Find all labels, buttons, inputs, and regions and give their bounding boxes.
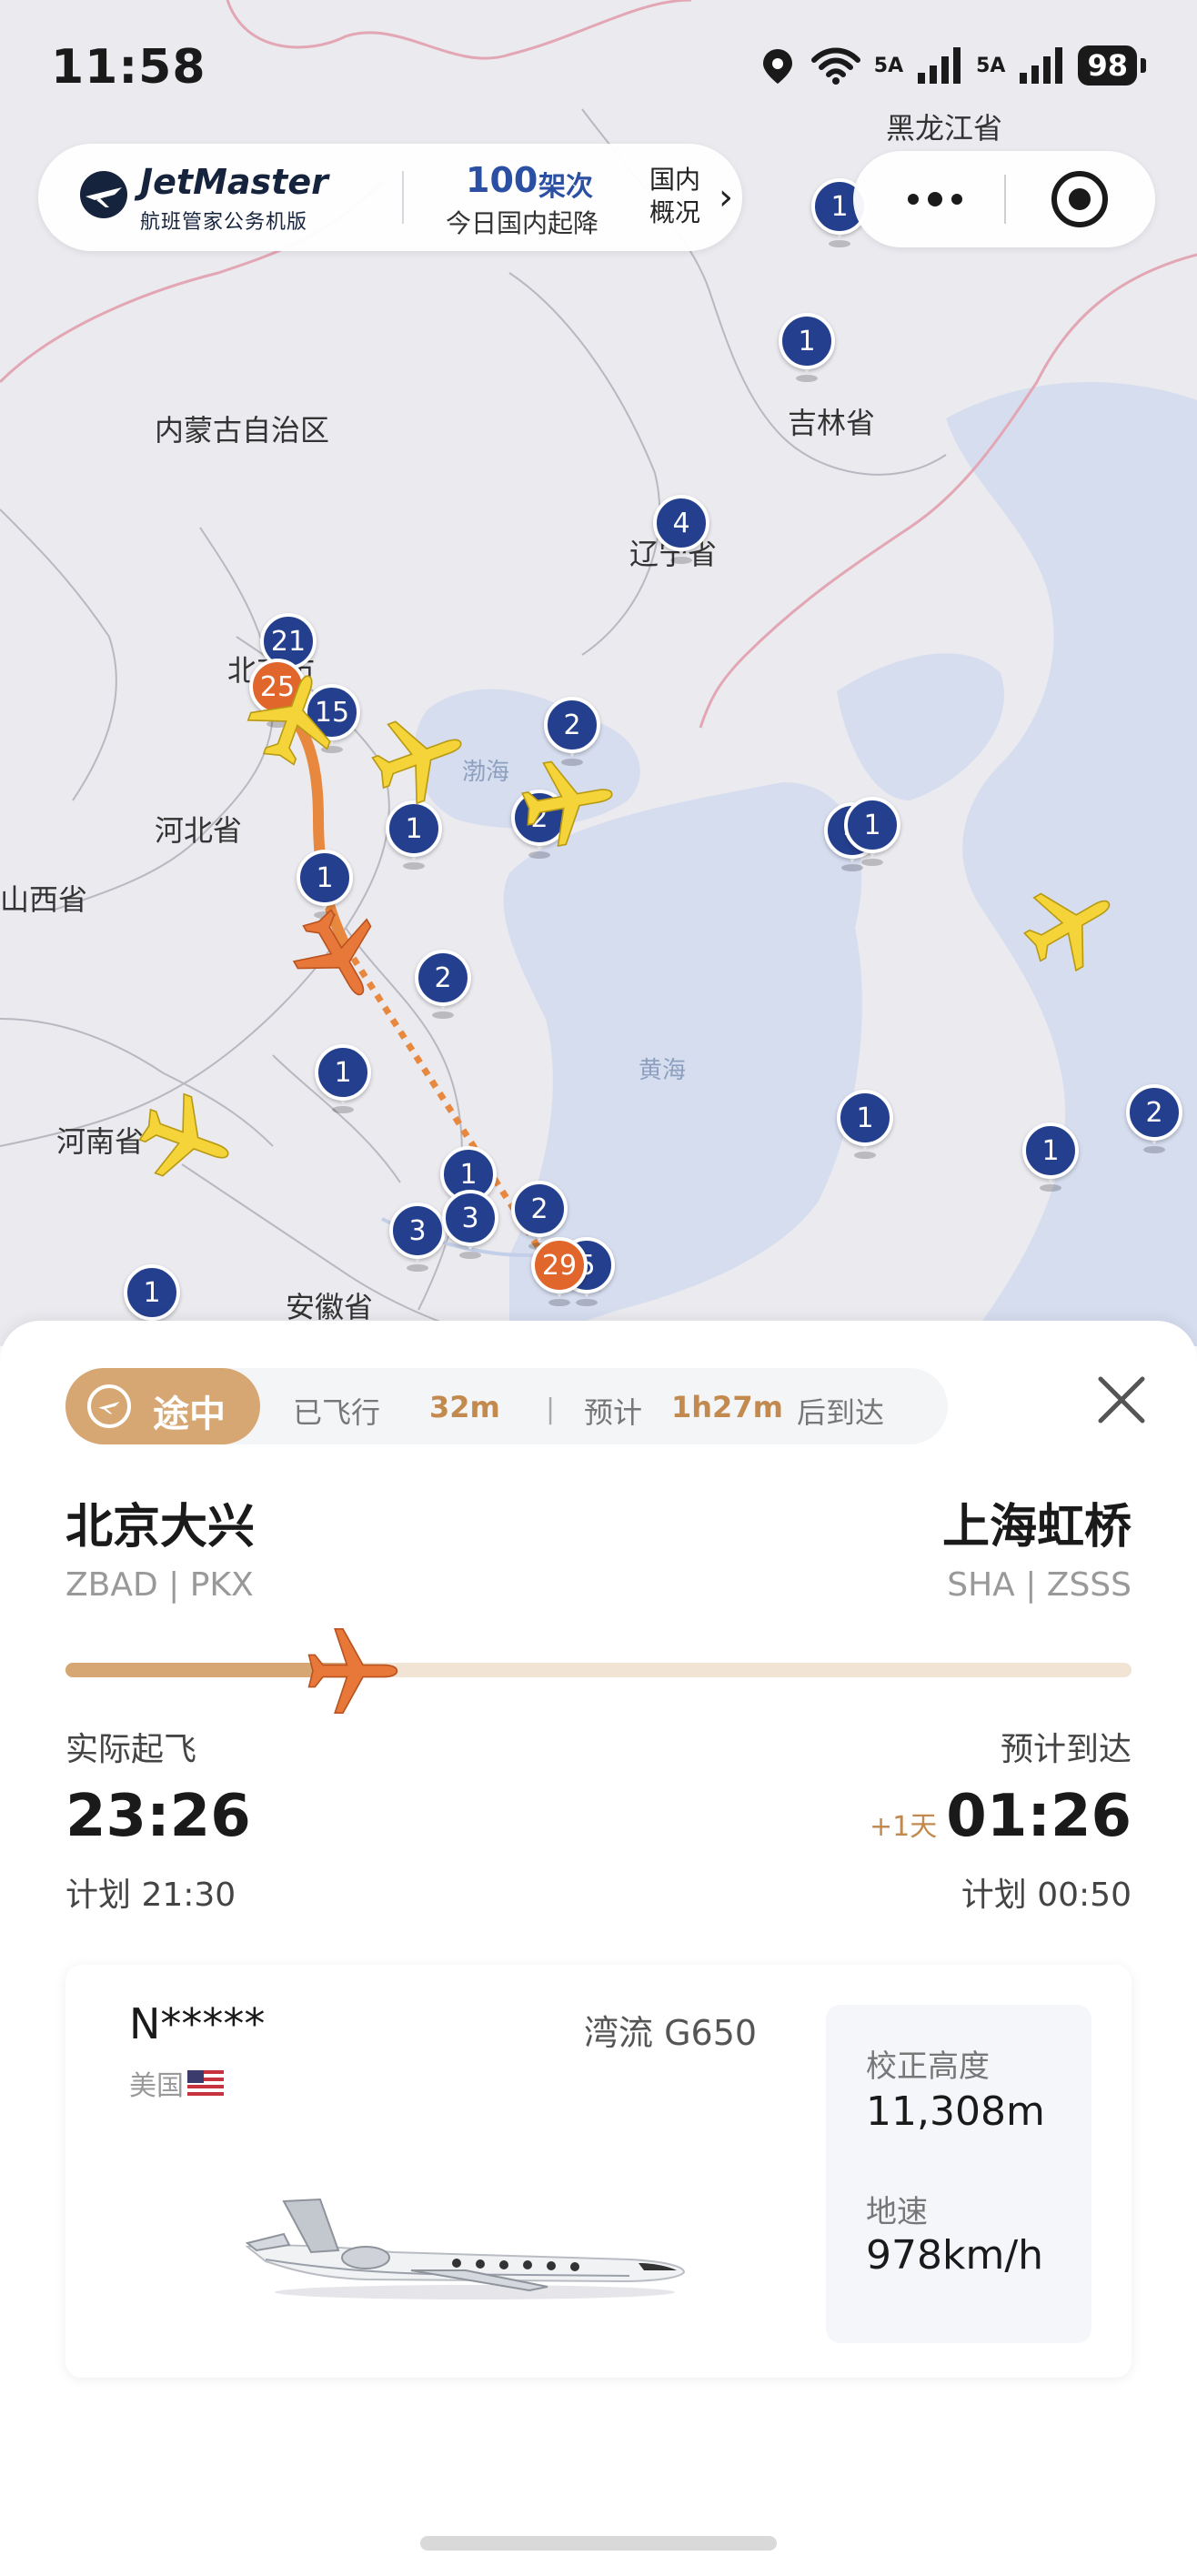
altitude-label: 校正高度: [866, 2048, 990, 2085]
aircraft-model: 湾流 G650: [584, 2013, 758, 2053]
map-cluster-pin[interactable]: 3: [389, 1202, 446, 1275]
signal-icon: [918, 47, 961, 84]
aircraft-country: 美国: [129, 2063, 224, 2103]
battery-tip: [1141, 58, 1146, 73]
departure-label: 实际起飞: [65, 1731, 197, 1768]
map-cluster-pin[interactable]: 2: [415, 950, 471, 1022]
system-status-bar: 11:58 5A 5A 98: [0, 0, 1197, 136]
origin-airport-code: ZBAD | PKX: [65, 1566, 254, 1604]
signal-icon: [1020, 47, 1063, 84]
map-cluster-pin[interactable]: 2: [1126, 1084, 1182, 1157]
more-menu-button[interactable]: [899, 169, 971, 229]
jetmaster-logo-icon: [80, 171, 127, 218]
home-indicator[interactable]: [420, 2536, 777, 2551]
arrival-plus-day: +1天: [870, 1811, 938, 1843]
network-label: 5A: [873, 54, 904, 77]
ground-speed-value: 978km/h: [866, 2232, 1044, 2279]
destination-airport-code: SHA | ZSSS: [947, 1566, 1132, 1604]
wifi-icon: [810, 47, 860, 85]
eta-value: 1h27m: [671, 1390, 783, 1424]
map-cluster-pin[interactable]: 1: [779, 313, 835, 386]
map-cluster-pin[interactable]: 1: [315, 1044, 371, 1117]
arrival-planned: 计划 00:50: [961, 1877, 1132, 1914]
flight-progress-bar: [65, 1663, 1132, 1677]
brand-card[interactable]: JetMaster 航班管家公务机版 100 架次 今日国内起降 国内概况 ›: [38, 144, 742, 251]
flight-stats-box: 校正高度 11,308m 地速 978km/h: [826, 2005, 1091, 2343]
flown-label: 已飞行: [293, 1395, 381, 1430]
brand-subtitle: 航班管家公务机版: [140, 211, 308, 234]
aircraft-image: [245, 2198, 686, 2299]
sea-label-huanghai: 黄海: [639, 1057, 687, 1084]
airplane-icon[interactable]: [510, 743, 626, 859]
domestic-overview-link[interactable]: 国内概况: [649, 164, 713, 229]
us-flag-icon: [187, 2070, 224, 2096]
aircraft-country-label: 美国: [129, 2070, 184, 2102]
aircraft-registration: N*****: [129, 1999, 266, 2048]
map-cluster-pin[interactable]: 4: [653, 495, 709, 568]
eta-suffix: 后到达: [797, 1395, 885, 1430]
capsule-divider: [1004, 175, 1006, 224]
origin-airport-name: 北京大兴: [65, 1500, 256, 1555]
battery-icon: 98: [1078, 45, 1137, 86]
map-cluster-pin[interactable]: 3: [442, 1190, 498, 1263]
pill-separator: |: [546, 1394, 556, 1425]
flight-detail-sheet: 途中 已飞行 32m | 预计 1h27m 后到达 北京大兴 ZBAD | PK…: [0, 1321, 1197, 2576]
flight-count: 100: [466, 160, 538, 200]
arrival-label: 预计到达: [1000, 1731, 1132, 1768]
map-cluster-pin[interactable]: 1: [1022, 1122, 1079, 1195]
eta-label: 预计: [584, 1395, 643, 1430]
airplane-status-icon: [87, 1384, 131, 1428]
flight-status-pill: 途中 已飞行 32m | 预计 1h27m 后到达: [65, 1368, 948, 1444]
departure-time: 23:26: [65, 1783, 251, 1850]
region-label-neimenggu: 内蒙古自治区: [155, 413, 330, 448]
status-icons: 5A 5A 98: [758, 45, 1146, 86]
miniapp-capsule: [853, 151, 1155, 247]
destination-airport-name: 上海虹桥: [941, 1500, 1132, 1555]
miniapp-close-button[interactable]: [1051, 171, 1108, 227]
aircraft-card[interactable]: N***** 美国 湾流 G650 校正高度 11,308m 地速 978km/…: [65, 1965, 1132, 2378]
location-icon: [762, 49, 792, 84]
flown-value: 32m: [429, 1390, 500, 1424]
status-time: 11:58: [51, 40, 206, 95]
arrival-time: 01:26: [946, 1783, 1132, 1850]
network-label: 5A: [976, 54, 1006, 77]
map-cluster-pin[interactable]: 1: [844, 797, 900, 870]
brand-name: JetMaster: [140, 162, 328, 202]
ground-speed-label: 地速: [866, 2194, 928, 2230]
chevron-right-icon: ›: [719, 176, 733, 218]
brand-divider: [402, 171, 404, 224]
progress-airplane-icon: [307, 1627, 398, 1715]
region-label-hebei: 河北省: [155, 813, 243, 848]
flight-status-label: 途中: [153, 1394, 226, 1435]
departure-planned: 计划 21:30: [65, 1877, 236, 1914]
flight-today-label: 今日国内起降: [446, 208, 599, 238]
arrival-time-group: +1天 01:26: [870, 1783, 1132, 1850]
close-icon[interactable]: [1090, 1368, 1153, 1432]
flight-status-tag: 途中: [65, 1368, 260, 1444]
map-cluster-pin[interactable]: 1: [837, 1090, 893, 1162]
altitude-value: 11,308m: [866, 2088, 1045, 2135]
flight-count-unit: 架次: [538, 171, 593, 203]
region-label-shanxi: 山西省: [0, 882, 88, 917]
region-label-jilin: 吉林省: [788, 406, 876, 440]
map-cluster-pin-destination[interactable]: 29: [531, 1237, 588, 1310]
